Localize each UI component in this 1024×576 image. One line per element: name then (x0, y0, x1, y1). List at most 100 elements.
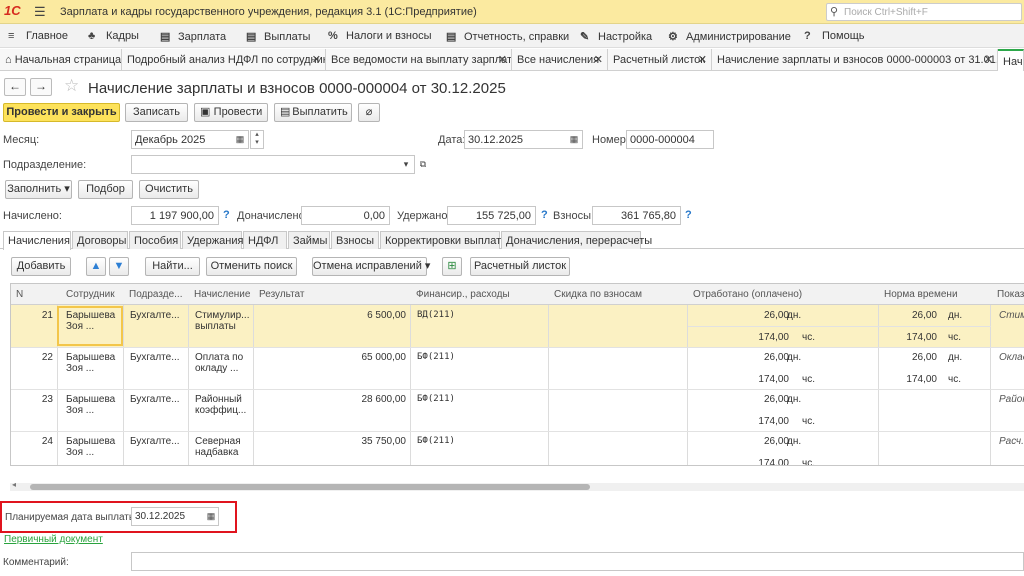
menu-help[interactable]: ? Помощь (804, 30, 865, 42)
cell-worked-days: 26,00 (763, 310, 789, 321)
header-norm[interactable]: Норма времени (879, 284, 991, 305)
add-row-button[interactable]: Добавить (11, 257, 71, 276)
pay-date-label: Планируемая дата выплаты: (5, 512, 139, 523)
cell-employee: Зоя ... (66, 405, 95, 416)
table-row[interactable]: 21 Барышева Зоя ... Бухгалте... Стимулир... в… (11, 305, 1024, 347)
menu-payments[interactable]: ▤ Выплаты (246, 30, 310, 43)
calendar-icon[interactable]: ▦ (232, 130, 248, 149)
global-search-input[interactable]: ⚲ Поиск Ctrl+Shift+F (826, 3, 1022, 21)
primary-document-link[interactable]: Первичный документ (4, 534, 103, 545)
payslip-button[interactable]: Расчетный листок (470, 257, 570, 276)
header-n[interactable]: N (11, 284, 58, 305)
cell-norm-unit: дн. (948, 310, 963, 321)
cell-n: 23 (41, 394, 53, 405)
tab-label: Все начисления (517, 54, 600, 66)
cell-worked-days: 26,00 (763, 352, 789, 363)
cell-accrual: выплаты (195, 321, 236, 332)
menu-taxes[interactable]: % Налоги и взносы (328, 30, 432, 42)
contrib-field: 361 765,80 (592, 206, 681, 225)
post-button[interactable]: ▣ Провести (194, 103, 268, 122)
cell-employee: Барышева (66, 310, 116, 321)
menu-hr[interactable]: ♣ Кадры (88, 30, 139, 42)
header-employee[interactable]: Сотрудник (58, 284, 124, 305)
header-financing[interactable]: Финансир., расходы (411, 284, 549, 305)
tab-all-accruals[interactable]: Все начисления ✕ (512, 49, 608, 71)
header-result[interactable]: Результат (254, 284, 411, 305)
horizontal-scrollbar[interactable]: ◂ (10, 480, 1024, 491)
accruals-table: N Сотрудник Подразде... Начисление Резул… (10, 283, 1024, 466)
tab-ndfl[interactable]: НДФЛ (243, 231, 287, 249)
comment-field[interactable] (131, 552, 1024, 571)
forward-button[interactable]: → (30, 78, 52, 96)
scroll-thumb[interactable] (30, 484, 590, 490)
fill-button[interactable]: Заполнить ▾ (5, 180, 72, 199)
menu-label: Администрирование (686, 31, 791, 43)
save-button[interactable]: Записать (125, 103, 188, 122)
header-indicator[interactable]: Показ (991, 284, 1024, 305)
close-icon[interactable]: ✕ (698, 53, 707, 66)
close-icon[interactable]: ✕ (594, 53, 603, 66)
dropdown-arrow-icon[interactable]: ▾ (398, 155, 414, 174)
department-field[interactable] (131, 155, 415, 174)
excel-button[interactable]: ⊞ (442, 257, 462, 276)
back-button[interactable]: ← (4, 78, 26, 96)
tab-benefits[interactable]: Пособия (129, 231, 181, 249)
menu-main[interactable]: ≡ Главное (8, 30, 68, 42)
document-title: Начисление зарплаты и взносов 0000-00000… (88, 80, 506, 97)
header-discount[interactable]: Скидка по взносам (549, 284, 688, 305)
find-button[interactable]: Найти... (145, 257, 200, 276)
tab-deductions[interactable]: Удержания (182, 231, 243, 249)
header-department[interactable]: Подразде... (124, 284, 189, 305)
tab-contracts[interactable]: Договоры (72, 231, 128, 249)
cancel-search-button[interactable]: Отменить поиск (206, 257, 297, 276)
main-menu-icon[interactable]: ☰ (34, 4, 46, 20)
move-down-button[interactable]: ▼ (109, 257, 129, 276)
scroll-left-icon[interactable]: ◂ (12, 480, 16, 489)
calendar-icon[interactable]: ▦ (203, 507, 219, 526)
help-icon[interactable]: ? (685, 209, 692, 221)
tab-contributions[interactable]: Взносы (331, 231, 379, 249)
open-icon[interactable]: ⧉ (415, 155, 431, 174)
accrued-field: 1 197 900,00 (131, 206, 219, 225)
close-icon[interactable]: ✕ (498, 53, 507, 66)
number-field[interactable]: 0000-000004 (626, 130, 714, 149)
menu-admin[interactable]: ⚙ Администрирование (668, 30, 791, 43)
help-icon[interactable]: ? (541, 209, 548, 221)
tab-home[interactable]: ⌂ Начальная страница (0, 49, 122, 71)
tab-recalculations[interactable]: Доначисления, перерасчеты (501, 231, 652, 249)
close-icon[interactable]: ✕ (312, 53, 321, 66)
tab-accrual-doc-4[interactable]: Начи (998, 49, 1024, 71)
cancel-corrections-button[interactable]: Отмена исправлений ▾ (312, 257, 430, 276)
pay-button[interactable]: ▤ Выплатить (274, 103, 352, 122)
table-row[interactable]: 24 Барышева Зоя ... Бухгалте... Северная надб… (11, 431, 1024, 465)
close-icon[interactable]: ✕ (984, 53, 993, 66)
menu-settings[interactable]: ✎ Настройка (580, 30, 652, 43)
tab-payroll-sheets[interactable]: Все ведомости на выплату зарплаты ✕ (326, 49, 512, 71)
tab-ndfl-analysis[interactable]: Подробный анализ НДФЛ по сотруднику ✕ (122, 49, 326, 71)
tab-payslip[interactable]: Расчетный листок ✕ (608, 49, 712, 71)
menu-reports[interactable]: ▤ Отчетность, справки (446, 30, 569, 43)
attach-button[interactable]: ⌀ (358, 103, 380, 122)
tab-loans[interactable]: Займы (288, 231, 330, 249)
menu-salary[interactable]: ▤ Зарплата (160, 30, 226, 43)
tab-payment-corrections[interactable]: Корректировки выплаты (380, 231, 509, 249)
header-worked[interactable]: Отработано (оплачено) (688, 284, 879, 305)
clear-button[interactable]: Очистить (139, 180, 199, 199)
cell-department: Бухгалте... (130, 394, 180, 405)
help-icon[interactable]: ? (223, 209, 230, 221)
tab-accrual-doc-3[interactable]: Начисление зарплаты и взносов 0000-00000… (712, 49, 998, 71)
cell-worked-unit: дн. (787, 352, 802, 363)
tab-accruals[interactable]: Начисления (3, 231, 71, 250)
select-button[interactable]: Подбор (78, 180, 133, 199)
month-stepper[interactable]: ▴ ▾ (250, 130, 264, 149)
table-row[interactable]: 22 Барышева Зоя ... Бухгалте... Оплата по окл… (11, 347, 1024, 389)
menu-label: Зарплата (178, 31, 227, 43)
date-label: Дата: (438, 134, 466, 146)
calendar-icon[interactable]: ▦ (566, 130, 582, 149)
header-accrual[interactable]: Начисление (189, 284, 254, 305)
table-row[interactable]: 23 Барышева Зоя ... Бухгалте... Районный коэф… (11, 389, 1024, 431)
cell-indicator: Стим (999, 310, 1024, 321)
favorite-star-icon[interactable]: ☆ (64, 76, 79, 96)
post-and-close-button[interactable]: Провести и закрыть (3, 103, 120, 122)
move-up-button[interactable]: ▲ (86, 257, 106, 276)
